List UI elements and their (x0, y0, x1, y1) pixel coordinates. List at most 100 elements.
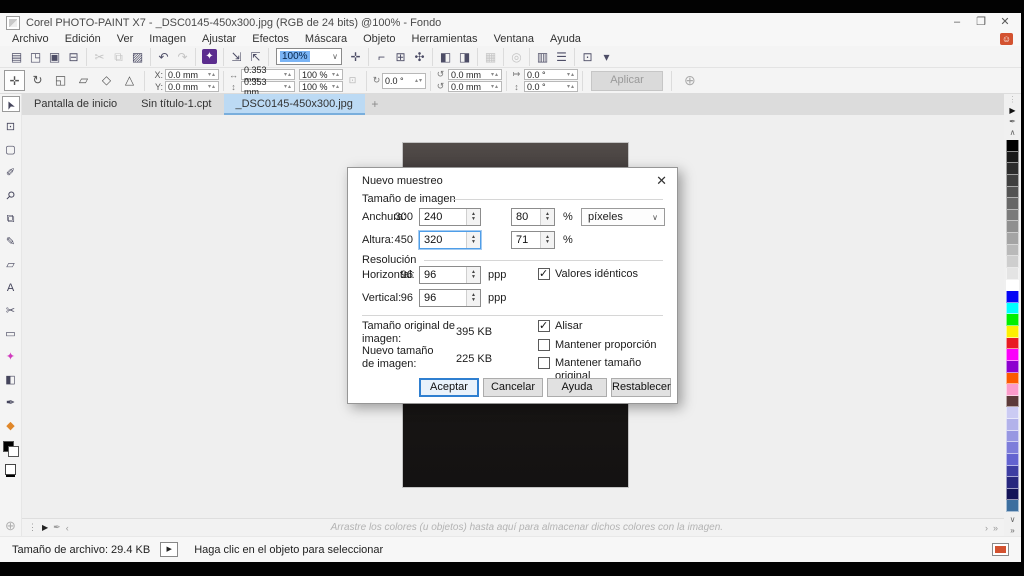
color-swatch[interactable] (1006, 407, 1019, 419)
color-swatch[interactable] (1006, 140, 1019, 152)
palette-more-icon[interactable]: » (1010, 525, 1014, 536)
skew-v-field[interactable]: 0.0 ° (524, 81, 578, 92)
strip-eyedropper-icon[interactable]: ✒ (53, 522, 61, 533)
open-icon[interactable]: ◳ (26, 48, 45, 66)
eyedropper-tool[interactable]: ✒ (2, 395, 20, 411)
palette-flyout-icon[interactable]: ▶ (1009, 105, 1015, 116)
zoom-to-fit-icon[interactable]: ✛ (346, 48, 365, 66)
restablecer-button[interactable]: Restablecer (611, 378, 671, 397)
y-position-field[interactable]: 0.0 mm (165, 81, 219, 92)
color-swatch[interactable] (1006, 361, 1019, 373)
color-swatch[interactable] (1006, 187, 1019, 199)
menu-edicion[interactable]: Edición (57, 32, 109, 46)
restore-button[interactable]: ❐ (971, 14, 991, 31)
strip-more-icon[interactable]: » (993, 523, 998, 533)
zoom-level-select[interactable]: 100%∨ (276, 48, 342, 65)
color-swatch[interactable] (1006, 349, 1019, 361)
center-v-field[interactable]: 0.0 mm (448, 81, 502, 92)
color-swatch[interactable] (1006, 245, 1019, 257)
zoom-tool[interactable]: ⚲ (2, 188, 20, 204)
strip-handle-icon[interactable]: ⋮ (28, 522, 37, 533)
text-tool[interactable]: A (2, 280, 20, 296)
color-swatch[interactable] (1006, 454, 1019, 466)
color-swatch[interactable] (1006, 152, 1019, 164)
color-swatch[interactable] (1006, 233, 1019, 245)
menu-mascara[interactable]: Máscara (297, 32, 355, 46)
account-icon[interactable]: ☺ (1000, 33, 1013, 45)
menu-ventana[interactable]: Ventana (486, 32, 542, 46)
color-swatch[interactable] (1006, 256, 1019, 268)
x-position-field[interactable]: 0.0 mm (165, 69, 219, 80)
mask-transform-tool[interactable]: ⊡ (2, 119, 20, 135)
tab-pantalla-de-inicio[interactable]: Pantalla de inicio (22, 94, 129, 115)
skew-h-field[interactable]: 0.0 ° (524, 69, 578, 80)
undo-icon[interactable]: ↶ (154, 48, 173, 66)
aceptar-button[interactable]: Aceptar (419, 378, 479, 397)
palette-eyedropper-icon[interactable]: ✒ (1009, 116, 1016, 127)
tab-sin-titulo-1-cpt[interactable]: Sin título-1.cpt (129, 94, 223, 115)
color-swatch[interactable] (1006, 210, 1019, 222)
save-icon[interactable]: ▣ (45, 48, 64, 66)
ayuda-button[interactable]: Ayuda (547, 378, 607, 397)
dockers-icon[interactable]: ◧ (436, 48, 455, 66)
menu-efectos[interactable]: Efectos (244, 32, 297, 46)
width-percent-field[interactable]: 100 % (299, 69, 343, 80)
color-swatch[interactable] (1006, 198, 1019, 210)
snap-icon[interactable]: ✣ (410, 48, 429, 66)
distort-mode-icon[interactable]: ◇ (96, 70, 117, 91)
corel-connect-icon[interactable]: ✦ (202, 49, 217, 64)
freehand-mask-tool[interactable]: ✐ (2, 165, 20, 181)
menu-ver[interactable]: Ver (109, 32, 142, 46)
launch-app-icon[interactable]: ⊡ (578, 48, 597, 66)
color-swatch[interactable] (1006, 314, 1019, 326)
scale-mode-icon[interactable]: ◱ (50, 70, 71, 91)
color-swatch[interactable] (1006, 268, 1019, 280)
menu-herramientas[interactable]: Herramientas (404, 32, 486, 46)
image-adjustment-icon[interactable]: ▥ (533, 48, 552, 66)
tab-dsc0145-450x300-jpg[interactable]: _DSC0145-450x300.jpg (224, 94, 365, 115)
pick-tool[interactable]: ➤ (2, 96, 20, 112)
rectangle-tool[interactable]: ▭ (2, 326, 20, 342)
menu-objeto[interactable]: Objeto (355, 32, 403, 46)
paste-icon[interactable]: ▨ (128, 48, 147, 66)
fullscreen-preview-icon[interactable]: ⌐ (372, 48, 391, 66)
cutout-tool[interactable]: ✂ (2, 303, 20, 319)
rotation-angle-field[interactable]: 0.0 ° (382, 73, 426, 89)
object-manager-icon[interactable]: ☰ (552, 48, 571, 66)
color-swatch[interactable] (1006, 419, 1019, 431)
image-sprayer-tool[interactable]: ✦ (2, 349, 20, 365)
height-percent-field[interactable]: 100 % (299, 81, 343, 92)
color-swatch[interactable] (1006, 280, 1019, 292)
touchup-brush-tool[interactable]: ✎ (2, 234, 20, 250)
foreground-background-swatches[interactable] (3, 441, 19, 457)
color-swatch[interactable] (1006, 489, 1019, 501)
palette-scroll-up-icon[interactable]: ∧ (1010, 127, 1016, 138)
color-swatch[interactable] (1006, 291, 1019, 303)
toolbox-customize-button[interactable]: ⊕ (2, 518, 20, 534)
skew-mode-icon[interactable]: ▱ (73, 70, 94, 91)
color-swatch[interactable] (1006, 384, 1019, 396)
export-icon[interactable]: ⇱ (246, 48, 265, 66)
rotate-mode-icon[interactable]: ↻ (27, 70, 48, 91)
launch-caret-icon[interactable]: ▾ (597, 48, 616, 66)
color-swatch[interactable] (1006, 303, 1019, 315)
color-swatch[interactable] (1006, 326, 1019, 338)
print-icon[interactable]: ⊟ (64, 48, 83, 66)
minimize-button[interactable]: – (947, 14, 967, 31)
reset-colors-swatch[interactable] (5, 464, 16, 475)
import-icon[interactable]: ⇲ (227, 48, 246, 66)
palettes-icon[interactable]: ◨ (455, 48, 474, 66)
eraser-tool[interactable]: ▱ (2, 257, 20, 273)
rectangle-mask-tool[interactable]: ▢ (2, 142, 20, 158)
color-swatch[interactable] (1006, 175, 1019, 187)
perspective-mode-icon[interactable]: △ (119, 70, 140, 91)
object-transparency-tool[interactable]: ◧ (2, 372, 20, 388)
rulers-icon[interactable]: ⊞ (391, 48, 410, 66)
clone-tool[interactable]: ⧉ (2, 211, 20, 227)
menu-ayuda[interactable]: Ayuda (542, 32, 589, 46)
new-tab-button[interactable]: + (365, 94, 385, 115)
color-swatch[interactable] (1006, 431, 1019, 443)
cancelar-button[interactable]: Cancelar (483, 378, 543, 397)
add-toolbar-item-icon[interactable]: ⊕ (684, 72, 696, 89)
strip-flyout-icon[interactable]: ▶ (42, 523, 48, 532)
